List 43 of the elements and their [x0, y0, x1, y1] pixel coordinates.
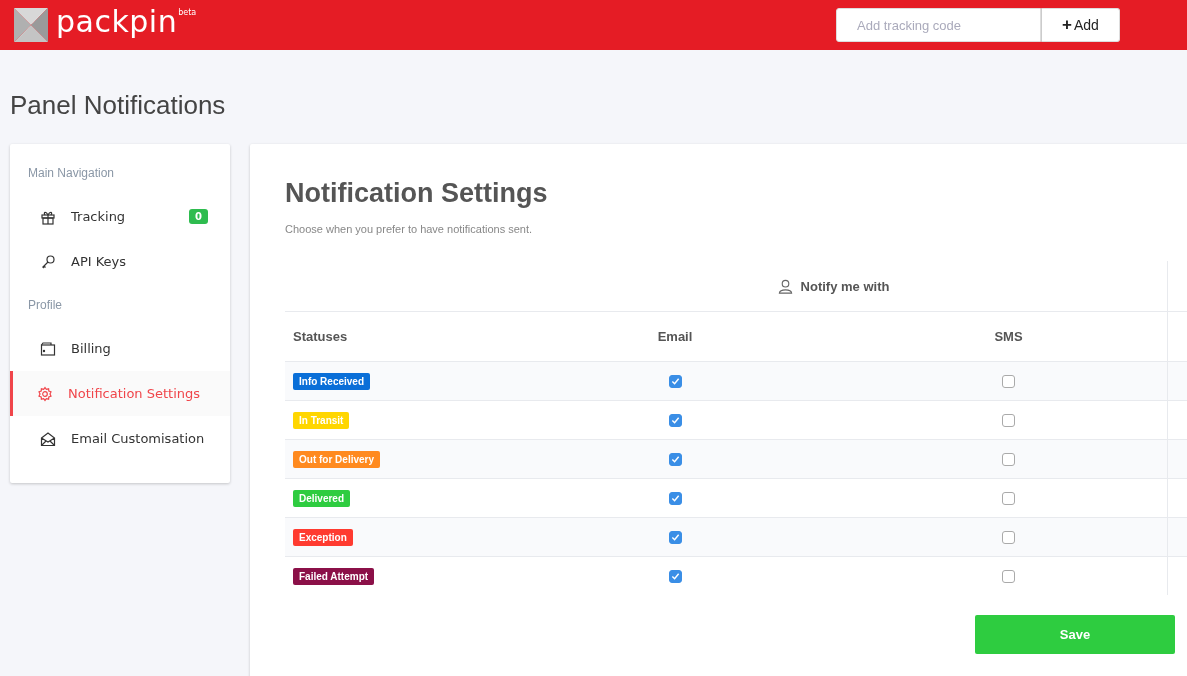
column-header: Email	[657, 329, 693, 344]
column-header: SMS	[994, 329, 1023, 344]
email-checkbox[interactable]	[668, 491, 682, 505]
sidebar-item[interactable]: Billing	[10, 326, 230, 371]
status-label: In Transit	[293, 411, 350, 429]
column-header: Statuses	[293, 329, 348, 344]
sms-checkbox[interactable]	[1002, 569, 1015, 583]
sms-checkbox[interactable]	[1002, 413, 1015, 427]
beta-label: beta	[178, 8, 197, 17]
status-label: Failed Attempt	[293, 567, 375, 585]
section-heading: Profile	[27, 297, 63, 314]
panel-subtitle: Choose when you prefer to have notifications sent.	[285, 223, 534, 235]
group-header: Notify me with	[777, 278, 890, 294]
sidebar-item[interactable]: Notification Settings	[10, 371, 230, 416]
add-button[interactable]: +Add	[1041, 8, 1120, 42]
sms-checkbox[interactable]	[1002, 491, 1015, 505]
envelope-icon	[40, 430, 56, 447]
sidebar-item[interactable]: Tracking 0	[10, 194, 230, 239]
tracking-code-field[interactable]: Add tracking code	[836, 8, 1041, 42]
status-label: Out for Delivery	[293, 450, 381, 468]
settings-icon	[37, 385, 53, 402]
logo-icon	[12, 6, 50, 44]
email-checkbox[interactable]	[668, 374, 682, 388]
page-title: Panel Notifications	[10, 90, 227, 122]
sms-checkbox[interactable]	[1002, 452, 1015, 466]
sms-checkbox[interactable]	[1002, 530, 1015, 544]
sms-checkbox[interactable]	[1002, 374, 1015, 388]
status-label: Exception	[293, 528, 353, 546]
sidebar-item[interactable]: Email Customisation	[10, 416, 230, 461]
sidebar-item[interactable]: API Keys	[10, 239, 230, 284]
count-badge: 0	[189, 209, 208, 224]
person-icon	[777, 278, 793, 294]
logo-text[interactable]: packpin	[56, 7, 178, 37]
status-label: Delivered	[293, 489, 351, 507]
status-label: Info Received	[293, 372, 371, 390]
panel-title: Notification Settings	[285, 178, 549, 209]
email-checkbox[interactable]	[668, 413, 682, 427]
email-checkbox[interactable]	[668, 530, 682, 544]
wallet-icon	[40, 340, 56, 357]
key-icon	[40, 253, 56, 270]
email-checkbox[interactable]	[668, 452, 682, 466]
section-heading: Main Navigation	[27, 165, 116, 182]
email-checkbox[interactable]	[668, 569, 682, 583]
